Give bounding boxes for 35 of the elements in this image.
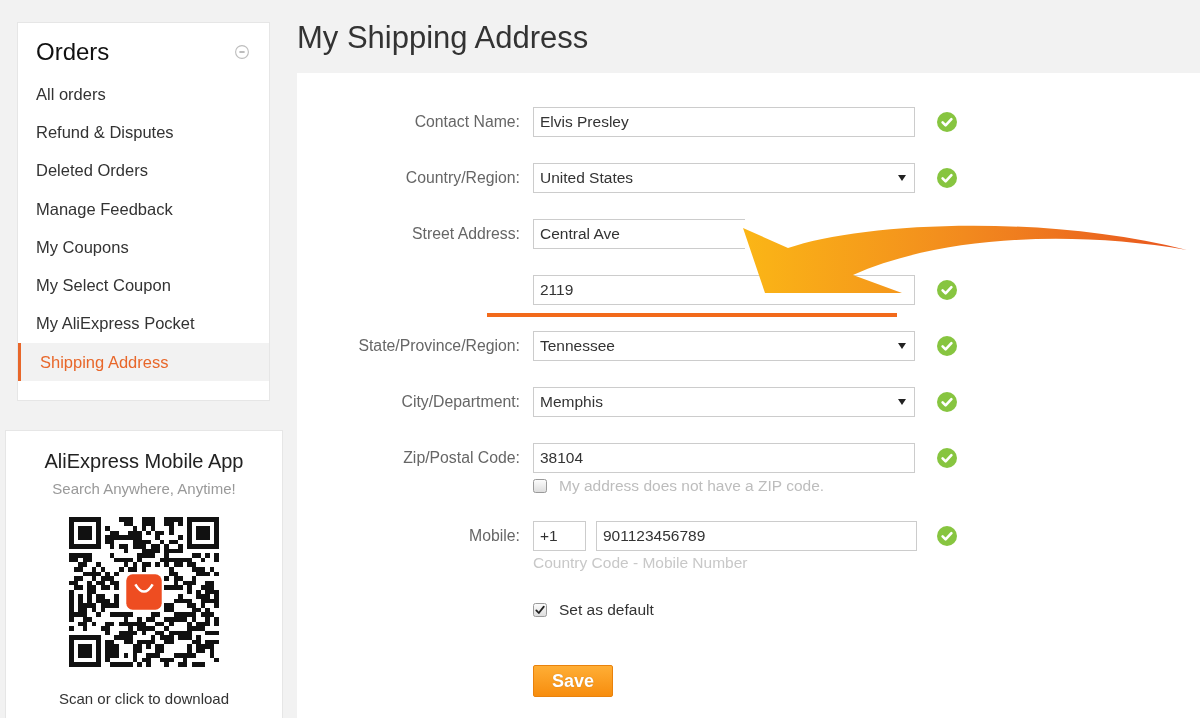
promo-caption: Scan or click to download: [58, 689, 230, 710]
sidebar-item[interactable]: All orders: [18, 75, 269, 114]
checkbox[interactable]: [533, 479, 547, 493]
dropdown-caret-icon: [898, 343, 906, 349]
field-label: State/Province/Region:: [358, 337, 520, 355]
field-label: Mobile:: [469, 527, 520, 545]
checkbox-label: My address does not have a ZIP code.: [559, 477, 825, 495]
dropdown-caret-icon: [898, 175, 906, 181]
sidebar-item[interactable]: My Coupons: [18, 228, 269, 267]
page-title: My Shipping Address: [297, 19, 589, 56]
promo-subtitle: Search Anywhere, Anytime!: [52, 479, 236, 500]
dropdown-caret-icon: [898, 399, 906, 405]
sidebar-item[interactable]: Manage Feedback: [18, 189, 269, 229]
select-field[interactable]: United States: [533, 163, 915, 193]
text-field[interactable]: 38104: [533, 443, 915, 473]
field-label: Street Address:: [412, 225, 520, 243]
promo-title: AliExpress Mobile App: [44, 449, 244, 475]
country-code-field[interactable]: +1: [533, 521, 586, 551]
menu-title: Orders: [36, 38, 110, 66]
phone-number-field[interactable]: 901123456789: [596, 521, 917, 551]
field-label: Zip/Postal Code:: [403, 449, 520, 467]
text-field[interactable]: Central Ave: [533, 219, 745, 249]
sidebar-item[interactable]: My AliExpress Pocket: [18, 304, 269, 344]
field-label: City/Department:: [401, 393, 520, 411]
field-label: Country/Region:: [405, 169, 520, 187]
select-field[interactable]: Memphis: [533, 387, 915, 417]
select-field[interactable]: Tennessee: [533, 331, 915, 361]
sidebar-item[interactable]: Deleted Orders: [18, 151, 269, 190]
sidebar-item[interactable]: Refund & Disputes: [18, 113, 269, 152]
field-label: Contact Name:: [414, 113, 520, 131]
text-field[interactable]: Elvis Presley: [533, 107, 915, 137]
sidebar-item[interactable]: My Select Coupon: [18, 266, 269, 305]
qr-code[interactable]: [69, 517, 219, 668]
checkbox[interactable]: [533, 603, 547, 617]
checkbox-label: Set as default: [559, 601, 654, 619]
